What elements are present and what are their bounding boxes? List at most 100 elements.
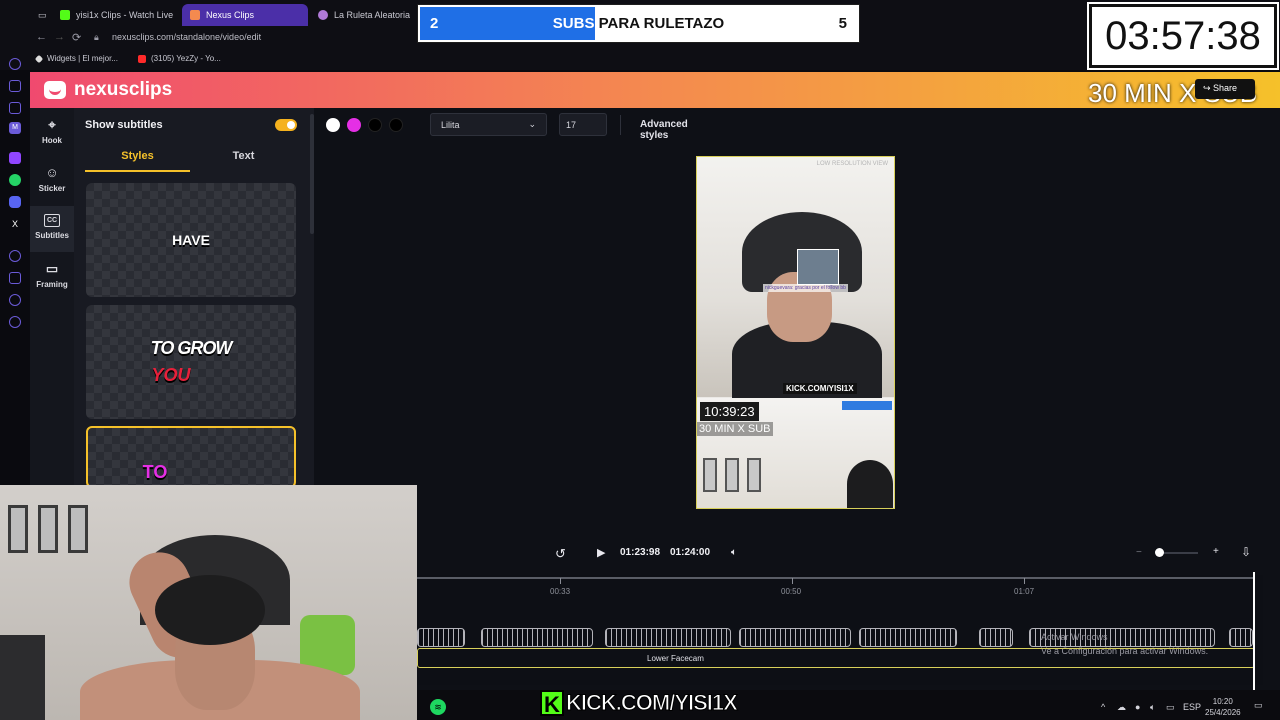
spotify-icon[interactable]: ≋	[430, 699, 446, 715]
cloud-icon[interactable]: ☁	[1117, 702, 1126, 713]
sidebar-app-icon[interactable]	[9, 102, 21, 114]
notification-icon[interactable]: ▭	[1254, 700, 1263, 711]
subs-goal-count: 5	[838, 15, 847, 32]
x-icon[interactable]: X	[9, 218, 21, 230]
kick-logo-icon: K	[540, 690, 564, 717]
chevron-down-icon: ⌄	[528, 119, 536, 129]
subtitle-clip[interactable]	[1229, 628, 1253, 647]
play-icon[interactable]: ▶	[597, 546, 605, 559]
tab-text[interactable]: Text	[191, 150, 296, 170]
settings-icon[interactable]	[9, 316, 21, 328]
preview-timer: 10:39:23	[700, 402, 759, 421]
rail-label: Framing	[36, 280, 68, 289]
share-button[interactable]: ↪ Share	[1195, 79, 1255, 99]
playhead[interactable]	[1253, 572, 1255, 690]
sidebar-app-icon[interactable]	[9, 250, 21, 262]
rail-item-sticker[interactable]: ☺ Sticker	[30, 166, 74, 208]
bookmarks-bar: Widgets | El mejor... (3105) YezZy - Yo.…	[0, 48, 1280, 70]
rail-item-framing[interactable]: ▭ Framing	[30, 262, 74, 304]
tool-rail: ⌖ Hook ☺ Sticker CC Subtitles ▭ Framing	[30, 108, 74, 488]
reload-icon[interactable]: ⟳	[72, 31, 81, 44]
zoom-in-icon[interactable]: +	[1213, 546, 1219, 557]
whatsapp-icon[interactable]	[9, 174, 21, 186]
subtitle-clip[interactable]	[859, 628, 957, 647]
show-subtitles-toggle[interactable]	[275, 119, 297, 131]
kick-watermark: K KICK.COM/YISI1X	[540, 690, 738, 717]
preview-chat-line: nickguevara: gracias por el follow bb	[763, 284, 848, 292]
cc-icon: CC	[44, 214, 60, 227]
forward-icon[interactable]: →	[54, 31, 65, 43]
rewind-icon[interactable]: ↺	[555, 546, 566, 562]
language-indicator[interactable]: ESP	[1183, 702, 1201, 712]
mic-icon[interactable]: ●	[1135, 702, 1140, 712]
bookmark-label: Widgets | El mejor...	[47, 54, 118, 63]
stream-timer: 03:57:38	[1087, 2, 1279, 70]
download-icon[interactable]: ⇩	[1241, 545, 1251, 559]
sidebar-app-icon[interactable]	[9, 272, 21, 284]
desk	[0, 635, 45, 720]
sidebar-app-icon[interactable]	[9, 58, 21, 70]
discord-icon[interactable]	[9, 196, 21, 208]
style-card-to[interactable]: TO	[86, 426, 296, 488]
low-resolution-label: LOW RESOLUTION VIEW	[816, 161, 888, 167]
lower-facecam-track[interactable]: Lower Facecam	[417, 648, 1255, 668]
tab-label: yisi1x Clips - Watch Live o	[76, 10, 176, 20]
show-subtitles-label: Show subtitles	[85, 119, 163, 131]
nexusclips-logo-icon	[44, 81, 66, 99]
style-preview-text: HAVE	[172, 232, 210, 248]
sidebar-app-icon[interactable]	[9, 80, 21, 92]
screen: ▭ yisi1x Clips - Watch Live o Nexus Clip…	[0, 0, 1280, 720]
color-swatch-magenta[interactable]	[347, 118, 361, 132]
style-card-to-grow[interactable]: TO GROW YOU	[86, 305, 296, 419]
tab-styles[interactable]: Styles	[85, 150, 190, 172]
subtitle-clip[interactable]	[979, 628, 1013, 647]
subtitle-clip[interactable]	[417, 628, 465, 647]
browser-tab-kick[interactable]: yisi1x Clips - Watch Live o	[52, 4, 176, 26]
color-swatch-black-2[interactable]	[389, 118, 403, 132]
track-label: Lower Facecam	[647, 654, 704, 663]
speaker-icon[interactable]: 🔈︎	[1150, 702, 1155, 713]
browser-tab-nexus[interactable]: Nexus Clips	[182, 4, 308, 26]
timeline-ruler	[417, 577, 1255, 579]
network-icon[interactable]: ▭	[1166, 702, 1175, 713]
zoom-out-icon[interactable]: −	[1136, 547, 1142, 558]
browser-sidebar: M X	[0, 48, 30, 348]
system-clock[interactable]: 10:20 25/4/2026	[1205, 696, 1241, 718]
volume-icon[interactable]: 🔈︎	[731, 547, 737, 558]
style-preview-highlight: YOU	[151, 365, 191, 385]
youtube-icon	[138, 54, 146, 63]
color-swatch-black[interactable]	[368, 118, 382, 132]
rail-item-hook[interactable]: ⌖ Hook	[30, 118, 74, 160]
twitch-icon[interactable]	[9, 152, 21, 164]
subtitle-clip[interactable]	[739, 628, 851, 647]
share-label: Share	[1213, 83, 1238, 93]
zoom-slider-handle[interactable]	[1155, 548, 1164, 557]
preview-kick-watermark: KICK.COM/YISI1X	[783, 383, 857, 394]
tray-chevron-icon[interactable]: ^	[1101, 702, 1105, 712]
video-preview[interactable]: LOW RESOLUTION VIEW nickguevara: gracias…	[696, 156, 895, 509]
style-card-have[interactable]: HAVE	[86, 183, 296, 297]
subtitle-clip[interactable]	[481, 628, 593, 647]
messenger-icon[interactable]: M	[9, 122, 21, 134]
bookmark-youtube[interactable]: (3105) YezZy - Yo...	[138, 54, 221, 63]
browser-tab-ruleta[interactable]: La Ruleta Aleatoria	[310, 4, 420, 26]
color-swatch-white[interactable]	[326, 118, 340, 132]
tab-overview-icon[interactable]: ▭	[30, 4, 54, 26]
back-icon[interactable]: ←	[36, 31, 47, 43]
font-select[interactable]: Lilita ⌄	[430, 113, 547, 136]
streamer-hair	[155, 575, 265, 645]
subtitle-clip[interactable]	[605, 628, 731, 647]
sidebar-app-icon[interactable]	[9, 294, 21, 306]
font-size-value: 17	[566, 120, 577, 130]
activation-title: Activar Windows	[1041, 632, 1108, 642]
toolbar-divider	[620, 115, 621, 135]
nexusclips-logo[interactable]: nexusclips	[44, 79, 172, 101]
rail-item-subtitles[interactable]: CC Subtitles	[30, 206, 74, 252]
bookmark-widgets[interactable]: Widgets | El mejor...	[34, 54, 118, 63]
zoom-slider[interactable]	[1158, 552, 1198, 554]
panel-scrollbar[interactable]	[310, 114, 314, 234]
font-size-input[interactable]: 17	[559, 113, 607, 136]
system-time: 10:20	[1212, 697, 1233, 706]
advanced-styles-button[interactable]: Advanced styles	[632, 113, 724, 141]
url-field[interactable]: nexusclips.com/standalone/video/edit	[112, 32, 261, 42]
